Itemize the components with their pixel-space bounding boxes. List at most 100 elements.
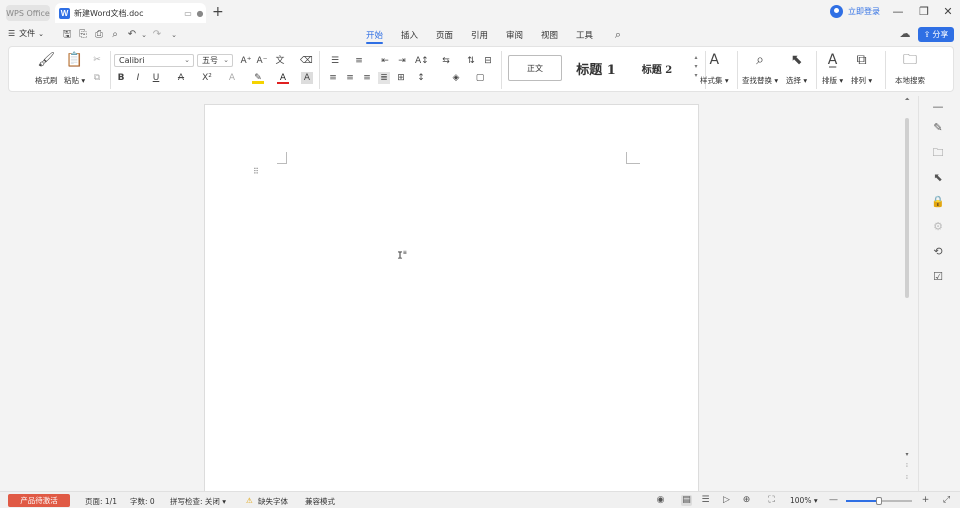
style-set-button[interactable]: A 样式集 ▾	[700, 51, 729, 86]
folder-icon[interactable]: 🗀	[931, 146, 945, 160]
char-shading-icon[interactable]: A	[301, 72, 313, 84]
paste-button[interactable]: 📋 粘贴 ▾	[64, 51, 85, 86]
checklist-icon[interactable]: ☑	[931, 270, 945, 284]
italic-icon[interactable]: I	[132, 72, 144, 84]
minimize-button[interactable]: —	[891, 5, 905, 18]
customize-dropdown-icon[interactable]: ⌄	[168, 29, 180, 41]
document-page[interactable]: ⠿ I≡	[204, 104, 699, 500]
tab-references[interactable]: 引用	[471, 29, 488, 41]
justify-icon[interactable]: ≣	[378, 72, 390, 84]
highlight-icon[interactable]: ✎	[252, 72, 264, 84]
search-icon[interactable]: ⌕	[612, 29, 624, 41]
decrease-font-icon[interactable]: A⁻	[256, 55, 268, 67]
home-tab[interactable]: WPS Office	[6, 5, 50, 21]
page-view-icon[interactable]: ▤	[681, 495, 692, 506]
edit-icon[interactable]: ✎	[931, 121, 945, 135]
scrollbar-thumb[interactable]	[905, 118, 909, 298]
style-heading-1[interactable]: 标题 1	[567, 55, 625, 81]
undo-dropdown-icon[interactable]: ⌄	[138, 29, 150, 41]
word-count[interactable]: 字数: 0	[130, 496, 155, 507]
zoom-in-icon[interactable]: +	[920, 495, 931, 506]
lock-icon[interactable]: 🔒	[931, 195, 945, 209]
bullet-list-icon[interactable]: ☰	[329, 55, 341, 67]
line-spacing-icon[interactable]: ↕	[415, 72, 427, 84]
restore-button[interactable]: ❐	[917, 5, 931, 18]
arrange-button[interactable]: ⧉ 排列 ▾	[851, 51, 872, 86]
print-preview-icon[interactable]: ⌕	[109, 29, 121, 41]
gallery-scroll[interactable]: ▴ ▾ ▾	[692, 53, 700, 80]
save-icon[interactable]: 🖫	[61, 29, 73, 41]
text-effect-icon[interactable]: A	[226, 72, 238, 84]
align-right-icon[interactable]: ≡	[361, 72, 373, 84]
outline-view-icon[interactable]: ☰	[700, 495, 711, 506]
text-direction-icon[interactable]: A↕	[415, 55, 429, 67]
redo-icon[interactable]: ↷	[151, 29, 163, 41]
show-marks-icon[interactable]: ⊟	[482, 55, 494, 67]
vertical-scrollbar[interactable]: ⏶ ▾ ⁝ ⁝	[902, 96, 912, 491]
copy-icon[interactable]: ⧉	[91, 72, 103, 84]
format-painter-button[interactable]: 🖌 格式刷	[35, 51, 58, 86]
decrease-indent-icon[interactable]: ⇤	[379, 55, 391, 67]
sort-icon[interactable]: ⇅	[465, 55, 477, 67]
share-button[interactable]: ⇪ 分享	[918, 27, 954, 42]
eye-protection-icon[interactable]: ◉	[655, 495, 666, 506]
scroll-up-icon[interactable]: ⏶	[902, 96, 912, 104]
print-icon[interactable]: ⎙	[93, 29, 105, 41]
spell-check-status[interactable]: 拼写检查: 关闭 ▾	[170, 496, 226, 507]
font-size-select[interactable]: 五号 ⌄	[197, 54, 233, 67]
style-normal[interactable]: 正文	[508, 55, 562, 81]
borders-icon[interactable]: ▢	[474, 72, 486, 84]
align-center-icon[interactable]: ≡	[344, 72, 356, 84]
chinese-layout-icon[interactable]: ⇆	[440, 55, 452, 67]
cloud-sync-icon[interactable]: ☁	[898, 27, 912, 41]
style-heading-2[interactable]: 标题 2	[629, 55, 685, 81]
local-search-button[interactable]: 🗀 本地搜索	[895, 51, 925, 86]
underline-icon[interactable]: U	[150, 72, 162, 84]
bold-icon[interactable]: B	[115, 72, 127, 84]
close-button[interactable]: ✕	[941, 5, 955, 18]
clear-format-icon[interactable]: ⌫	[300, 55, 313, 67]
file-menu[interactable]: ☰ 文件 ⌄	[8, 28, 44, 39]
numbered-list-icon[interactable]: ≡	[353, 55, 365, 67]
tab-review[interactable]: 审阅	[506, 29, 523, 41]
new-tab-button[interactable]: +	[212, 4, 224, 20]
fullscreen-icon[interactable]: ⤢	[941, 495, 952, 506]
monitor-icon[interactable]: ▭	[182, 9, 194, 18]
zoom-level[interactable]: 100% ▾	[790, 496, 818, 505]
distributed-icon[interactable]: ⊞	[395, 72, 407, 84]
tab-insert[interactable]: 插入	[401, 29, 418, 41]
zoom-slider[interactable]	[846, 497, 912, 505]
play-icon[interactable]: ▷	[721, 495, 732, 506]
tab-view[interactable]: 视图	[541, 29, 558, 41]
select-button[interactable]: ⬉ 选择 ▾	[786, 51, 807, 86]
export-pdf-icon[interactable]: ⎘	[77, 29, 89, 41]
fit-page-icon[interactable]: ⛶	[766, 495, 777, 506]
scroll-down-icon[interactable]: ▾	[902, 451, 912, 458]
superscript-icon[interactable]: X²	[201, 72, 213, 84]
layout-button[interactable]: A̲ 排版 ▾	[822, 51, 843, 86]
missing-font-link[interactable]: 缺失字体	[258, 496, 288, 507]
font-color-icon[interactable]: A	[277, 72, 289, 84]
increase-indent-icon[interactable]: ⇥	[396, 55, 408, 67]
tab-page[interactable]: 页面	[436, 29, 453, 41]
phonetic-guide-icon[interactable]: 文	[274, 55, 286, 67]
undo-icon[interactable]: ↶	[126, 29, 138, 41]
activate-button[interactable]: 产品待激活	[8, 494, 70, 507]
select-cursor-icon[interactable]: ⬉	[931, 171, 945, 185]
paragraph-drag-handle-icon[interactable]: ⠿	[253, 167, 259, 176]
page-indicator[interactable]: 页面: 1/1	[85, 496, 117, 507]
shading-icon[interactable]: ◈	[450, 72, 462, 84]
login-button[interactable]: 立即登录	[830, 5, 880, 18]
tab-home[interactable]: 开始	[366, 29, 384, 44]
zoom-out-icon[interactable]: —	[828, 495, 839, 506]
find-replace-button[interactable]: ⌕ 查找替换 ▾	[742, 51, 778, 86]
history-icon[interactable]: ⟲	[931, 245, 945, 259]
next-page-icon[interactable]: ⁝	[902, 474, 912, 481]
settings-sliders-icon[interactable]: ⚙	[931, 220, 945, 234]
zoom-slider-handle[interactable]	[876, 497, 882, 505]
increase-font-icon[interactable]: A⁺	[240, 55, 252, 67]
tab-dot-icon[interactable]: ●	[194, 9, 206, 18]
tab-tools[interactable]: 工具	[576, 29, 593, 41]
prev-page-icon[interactable]: ⁝	[902, 462, 912, 469]
font-name-select[interactable]: Calibri ⌄	[114, 54, 194, 67]
